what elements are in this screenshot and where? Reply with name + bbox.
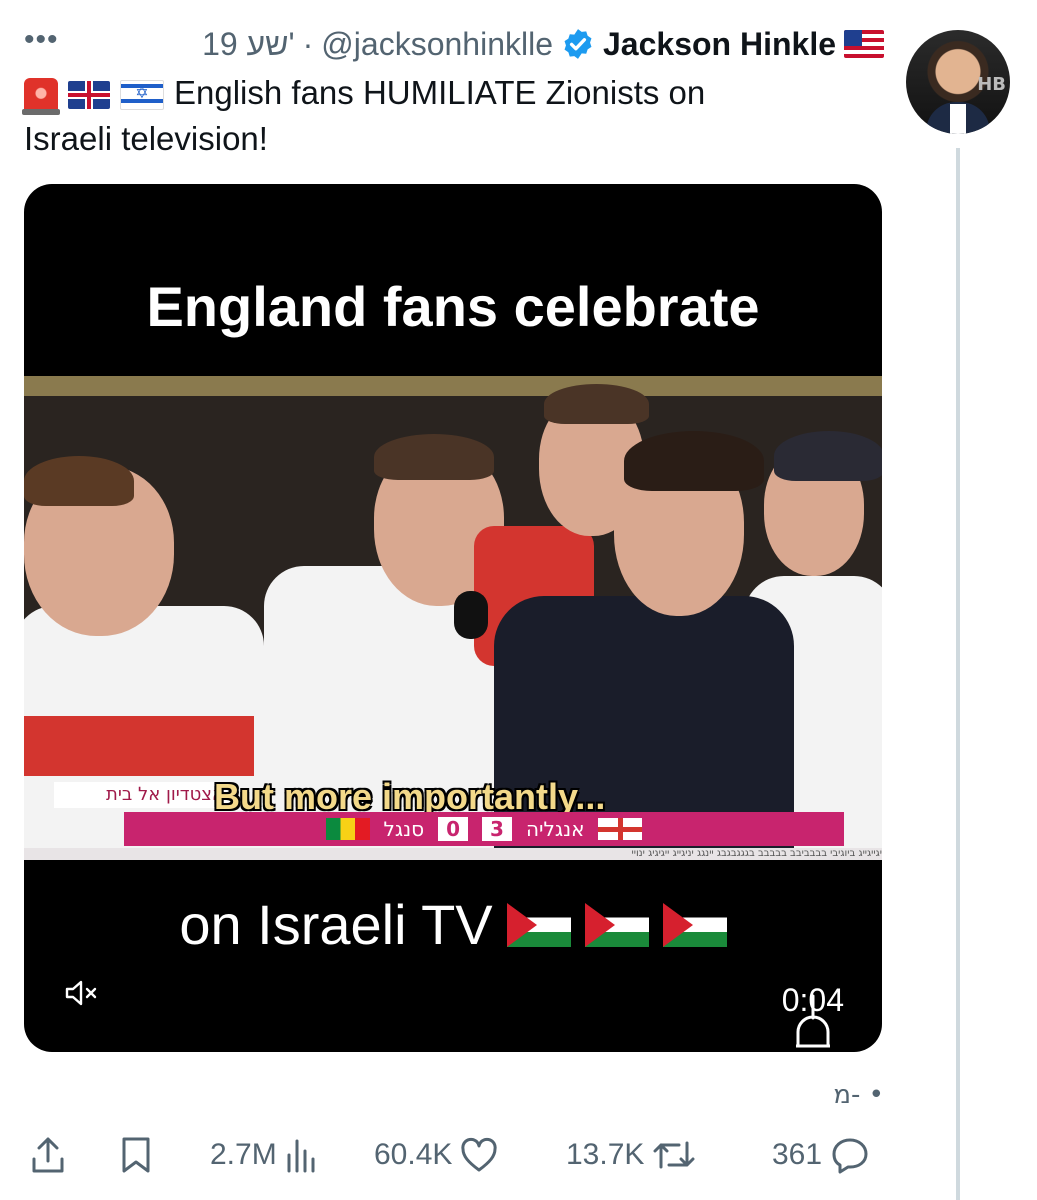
mute-icon[interactable] <box>64 979 100 1007</box>
score-left: 3 <box>482 817 512 841</box>
display-name[interactable]: Jackson Hinkle <box>603 26 836 63</box>
cursor-icon <box>792 992 834 1050</box>
palestine-flag-icon <box>662 902 727 947</box>
reply-icon <box>830 1136 870 1174</box>
palestine-flag-icon <box>506 902 571 947</box>
fan-left-hair <box>24 456 134 506</box>
england-flag-icon <box>598 818 643 840</box>
uk-flag-icon <box>68 81 110 110</box>
israel-flag-icon <box>120 80 164 111</box>
score-team-left: אנגליה <box>525 817 585 841</box>
fan-left-flag-band <box>24 716 254 776</box>
replies-count: 361 <box>772 1138 823 1171</box>
reply-button[interactable]: 361 <box>772 1130 870 1180</box>
news-crawl: יגייגייג ביוגיבי בבבביבב בבבבב בגגגבגבג … <box>24 848 882 860</box>
fan-center-hair <box>374 434 494 480</box>
video-bottom-caption: on Israeli TV <box>24 892 882 957</box>
user-handle[interactable]: @jacksonhinklle <box>321 26 553 63</box>
verified-badge-icon <box>561 27 595 61</box>
microphone <box>454 591 488 639</box>
score-right: 0 <box>438 817 469 841</box>
thread-line <box>956 148 960 1200</box>
palestine-flag-icon <box>584 902 649 947</box>
avatar-shirt <box>950 104 966 134</box>
views-count: 2.7M <box>210 1138 277 1171</box>
video-bottom-caption-text: on Israeli TV <box>179 893 493 956</box>
reporter-hair <box>624 431 764 491</box>
retweet-icon <box>652 1137 696 1173</box>
more-options-button[interactable]: ••• <box>24 23 59 57</box>
header-separator: · <box>302 25 314 62</box>
views-icon <box>285 1137 319 1173</box>
video-frame[interactable]: אצטדיון אל בית But more importantly... ס… <box>24 376 882 860</box>
fan-right-hat <box>774 431 882 481</box>
translate-link[interactable]: מ- • <box>820 1080 884 1110</box>
video-top-caption: England fans celebrate <box>146 275 760 338</box>
retweet-button[interactable]: 13.7K <box>566 1130 696 1180</box>
video-player[interactable]: England fans celebrate אצטדיון אל בית Bu… <box>24 184 882 1052</box>
tweet-text: English fans HUMILIATE Zionists on Israe… <box>22 70 884 162</box>
share-button[interactable] <box>30 1130 66 1180</box>
like-button[interactable]: 60.4K <box>374 1130 498 1180</box>
avatar[interactable]: HB <box>906 30 1010 134</box>
us-flag-icon <box>844 30 884 58</box>
score-team-right: סנגל <box>383 817 425 841</box>
tweet-text-line2: Israeli television! <box>24 120 268 157</box>
fan-back-hair <box>544 384 649 424</box>
share-icon <box>30 1135 66 1175</box>
scorebar: סנגל 0 3 אנגליה <box>124 812 844 846</box>
avatar-logo: HB <box>977 74 1006 95</box>
views-button[interactable]: 2.7M <box>210 1130 319 1180</box>
bookmark-icon <box>120 1135 152 1175</box>
bookmark-button[interactable] <box>120 1130 152 1180</box>
tweet-timestamp[interactable]: 19 שע' <box>202 26 295 63</box>
likes-count: 60.4K <box>374 1138 453 1171</box>
heart-icon <box>460 1137 498 1173</box>
senegal-flag-icon <box>325 818 370 840</box>
tweet-header: ••• 19 שע' · @jacksonhinklle Jackson Hin… <box>24 22 884 66</box>
action-bar: 2.7M 60.4K 13.7K 361 <box>24 1130 884 1180</box>
ticker-venue: אצטדיון אל בית <box>54 782 230 808</box>
siren-icon <box>22 78 60 116</box>
retweets-count: 13.7K <box>566 1138 645 1171</box>
tweet-text-line1: English fans HUMILIATE Zionists on <box>174 74 706 111</box>
